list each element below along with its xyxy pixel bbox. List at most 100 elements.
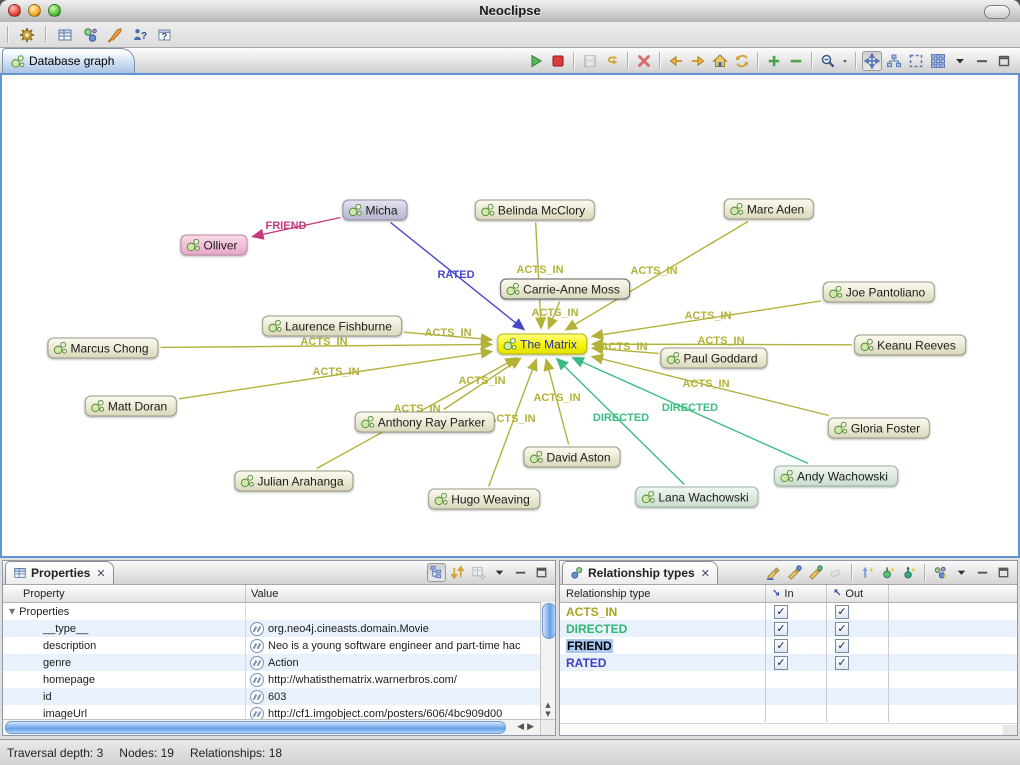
maximize-icon[interactable] bbox=[994, 51, 1014, 71]
column-header-in[interactable]: ↘In bbox=[766, 585, 827, 602]
delete-icon[interactable] bbox=[634, 51, 654, 71]
column-header-out[interactable]: ↖Out bbox=[827, 585, 889, 602]
graph-node-andy[interactable]: Andy Wachowski bbox=[774, 466, 898, 487]
new-property-icon[interactable] bbox=[469, 563, 488, 582]
view-menu-icon[interactable] bbox=[490, 563, 509, 582]
close-icon[interactable]: ✕ bbox=[96, 567, 105, 580]
highlight-relationships-icon[interactable] bbox=[764, 563, 783, 582]
toolbar-toggle-button[interactable] bbox=[984, 5, 1010, 19]
graph-node-lana[interactable]: Lana Wachowski bbox=[635, 487, 758, 508]
dropdown-arrow-icon[interactable] bbox=[840, 51, 850, 71]
properties-vertical-scrollbar[interactable]: ▲▼ bbox=[540, 602, 555, 719]
property-row-__type__[interactable]: __type__org.neo4j.cineasts.domain.Movie bbox=[3, 620, 555, 637]
checkbox-checked[interactable]: ✓ bbox=[774, 605, 788, 619]
sort-properties-icon[interactable] bbox=[448, 563, 467, 582]
zoom-tool-icon[interactable] bbox=[818, 51, 838, 71]
checkbox-checked[interactable]: ✓ bbox=[774, 622, 788, 636]
column-header-property[interactable]: Property bbox=[3, 585, 246, 602]
property-category-row[interactable]: ▼Properties bbox=[3, 603, 555, 620]
properties-horizontal-scrollbar[interactable]: ◀▶ bbox=[3, 719, 540, 735]
minimize-icon[interactable] bbox=[973, 563, 992, 582]
relationship-row-acts_in[interactable]: ACTS_IN✓✓ bbox=[560, 603, 1017, 620]
add-bidirectional-node-icon[interactable] bbox=[900, 563, 919, 582]
property-row-id[interactable]: id603 bbox=[3, 688, 555, 705]
tab-relationship-types[interactable]: Relationship types ✕ bbox=[562, 561, 718, 584]
scrollbar-thumb[interactable] bbox=[5, 721, 506, 734]
forward-icon[interactable] bbox=[688, 51, 708, 71]
graph-node-marc[interactable]: Marc Aden bbox=[724, 199, 814, 220]
stop-icon[interactable] bbox=[548, 51, 568, 71]
highlight-add-outgoing-icon[interactable] bbox=[806, 563, 825, 582]
scrollbar-thumb[interactable] bbox=[542, 603, 556, 639]
table-icon[interactable] bbox=[55, 25, 75, 45]
graph-node-marcus[interactable]: Marcus Chong bbox=[47, 338, 158, 359]
expand-triangle-icon[interactable]: ▼ bbox=[9, 607, 15, 616]
graph-node-keanu[interactable]: Keanu Reeves bbox=[854, 335, 966, 356]
scrollbar-arrows[interactable]: ▲▼ bbox=[541, 701, 555, 719]
graph-canvas[interactable]: FRIENDRATEDACTS_INACTS_INACTS_INACTS_INA… bbox=[0, 73, 1020, 558]
add-outgoing-node-icon[interactable] bbox=[879, 563, 898, 582]
graph-node-matrix[interactable]: The Matrix bbox=[497, 334, 587, 355]
refresh-icon[interactable] bbox=[732, 51, 752, 71]
graph-node-carrie[interactable]: Carrie-Anne Moss bbox=[500, 279, 630, 300]
zoom-out-icon[interactable] bbox=[786, 51, 806, 71]
graph-node-julian[interactable]: Julian Arahanga bbox=[234, 471, 353, 492]
relationship-row-directed[interactable]: DIRECTED✓✓ bbox=[560, 620, 1017, 637]
title-bar[interactable]: Neoclipse bbox=[0, 0, 1020, 23]
tree-mode-icon[interactable] bbox=[427, 563, 446, 582]
tab-properties[interactable]: Properties ✕ bbox=[5, 561, 114, 584]
layout-spring-icon[interactable] bbox=[862, 51, 882, 71]
add-relationship-type-icon[interactable] bbox=[931, 563, 950, 582]
maximize-icon[interactable] bbox=[532, 563, 551, 582]
run-icon[interactable] bbox=[526, 51, 546, 71]
help-view-icon[interactable]: ? bbox=[155, 25, 175, 45]
graph-node-olliver[interactable]: Olliver bbox=[180, 235, 247, 256]
rocket-icon[interactable] bbox=[105, 25, 125, 45]
checkbox-checked[interactable]: ✓ bbox=[774, 656, 788, 670]
checkbox-checked[interactable]: ✓ bbox=[835, 605, 849, 619]
zoom-in-icon[interactable] bbox=[764, 51, 784, 71]
graph-nodes-icon[interactable] bbox=[80, 25, 100, 45]
highlight-add-incoming-icon[interactable] bbox=[785, 563, 804, 582]
graph-node-matt[interactable]: Matt Doran bbox=[85, 396, 177, 417]
graph-node-paul[interactable]: Paul Goddard bbox=[660, 348, 767, 369]
column-header-type[interactable]: Relationship type bbox=[560, 585, 766, 602]
relationship-row-friend[interactable]: FRIEND✓✓ bbox=[560, 637, 1017, 654]
maximize-icon[interactable] bbox=[994, 563, 1013, 582]
tab-database-graph[interactable]: Database graph bbox=[2, 48, 135, 73]
property-row-description[interactable]: descriptionNeo is a young software engin… bbox=[3, 637, 555, 654]
property-row-genre[interactable]: genreAction bbox=[3, 654, 555, 671]
layout-grid-icon[interactable] bbox=[928, 51, 948, 71]
scrollbar-arrows[interactable]: ◀▶ bbox=[517, 722, 537, 732]
graph-node-belinda[interactable]: Belinda McClory bbox=[475, 200, 595, 221]
view-menu-icon[interactable] bbox=[952, 563, 971, 582]
revert-icon[interactable] bbox=[602, 51, 622, 71]
help-person-icon[interactable]: ? bbox=[130, 25, 150, 45]
checkbox-checked[interactable]: ✓ bbox=[774, 639, 788, 653]
graph-node-hugo[interactable]: Hugo Weaving bbox=[428, 489, 540, 510]
graph-node-gloria[interactable]: Gloria Foster bbox=[828, 418, 930, 439]
save-icon[interactable] bbox=[580, 51, 600, 71]
graph-node-micha[interactable]: Micha bbox=[342, 200, 407, 221]
column-header-value[interactable]: Value bbox=[246, 585, 555, 602]
close-icon[interactable]: ✕ bbox=[701, 567, 710, 580]
view-menu-icon[interactable] bbox=[950, 51, 970, 71]
clear-highlight-icon[interactable] bbox=[827, 563, 846, 582]
checkbox-checked[interactable]: ✓ bbox=[835, 622, 849, 636]
home-icon[interactable] bbox=[710, 51, 730, 71]
gear-icon[interactable] bbox=[17, 25, 37, 45]
graph-node-anthony[interactable]: Anthony Ray Parker bbox=[355, 412, 495, 433]
checkbox-checked[interactable]: ✓ bbox=[835, 656, 849, 670]
minimize-icon[interactable] bbox=[972, 51, 992, 71]
graph-node-laurence[interactable]: Laurence Fishburne bbox=[262, 316, 402, 337]
graph-node-joe[interactable]: Joe Pantoliano bbox=[823, 282, 935, 303]
add-incoming-node-icon[interactable] bbox=[858, 563, 877, 582]
back-icon[interactable] bbox=[666, 51, 686, 71]
checkbox-checked[interactable]: ✓ bbox=[835, 639, 849, 653]
relationship-row-rated[interactable]: RATED✓✓ bbox=[560, 654, 1017, 671]
layout-tree-icon[interactable] bbox=[884, 51, 904, 71]
minimize-icon[interactable] bbox=[511, 563, 530, 582]
property-row-homepage[interactable]: homepagehttp://whatisthematrix.warnerbro… bbox=[3, 671, 555, 688]
graph-node-david[interactable]: David Aston bbox=[523, 447, 620, 468]
layout-selection-icon[interactable] bbox=[906, 51, 926, 71]
